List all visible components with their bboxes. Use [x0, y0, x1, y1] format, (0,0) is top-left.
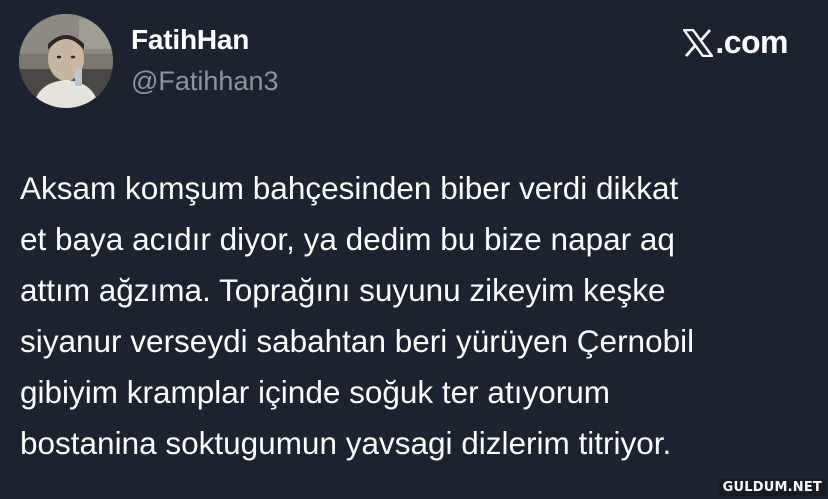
- tweet-line: gibiyim kramplar içinde soğuk ter atıyor…: [20, 374, 610, 410]
- tweet-line: et baya acıdır diyor, ya dedim bu bize n…: [20, 221, 675, 257]
- user-handle[interactable]: @Fatihhan3: [131, 66, 279, 97]
- profile-photo-icon: [19, 14, 113, 108]
- display-name[interactable]: FatihHan: [131, 24, 249, 56]
- x-logo-icon: [683, 28, 714, 57]
- brand-logo: .com: [683, 24, 788, 61]
- site-watermark: GULDUM.NET: [718, 479, 826, 496]
- brand-domain: .com: [715, 24, 788, 60]
- tweet-text: Aksam komşum bahçesinden biber verdi dik…: [20, 163, 820, 469]
- tweet-line: bostanina soktugumun yavsagi dizlerim ti…: [20, 425, 672, 461]
- tweet-line: siyanur verseydi sabahtan beri yürüyen Ç…: [20, 323, 695, 359]
- tweet-line: Aksam komşum bahçesinden biber verdi dik…: [20, 170, 679, 206]
- avatar[interactable]: [19, 14, 113, 108]
- tweet-line: attım ağzıma. Toprağını suyunu zikeyim k…: [20, 272, 666, 308]
